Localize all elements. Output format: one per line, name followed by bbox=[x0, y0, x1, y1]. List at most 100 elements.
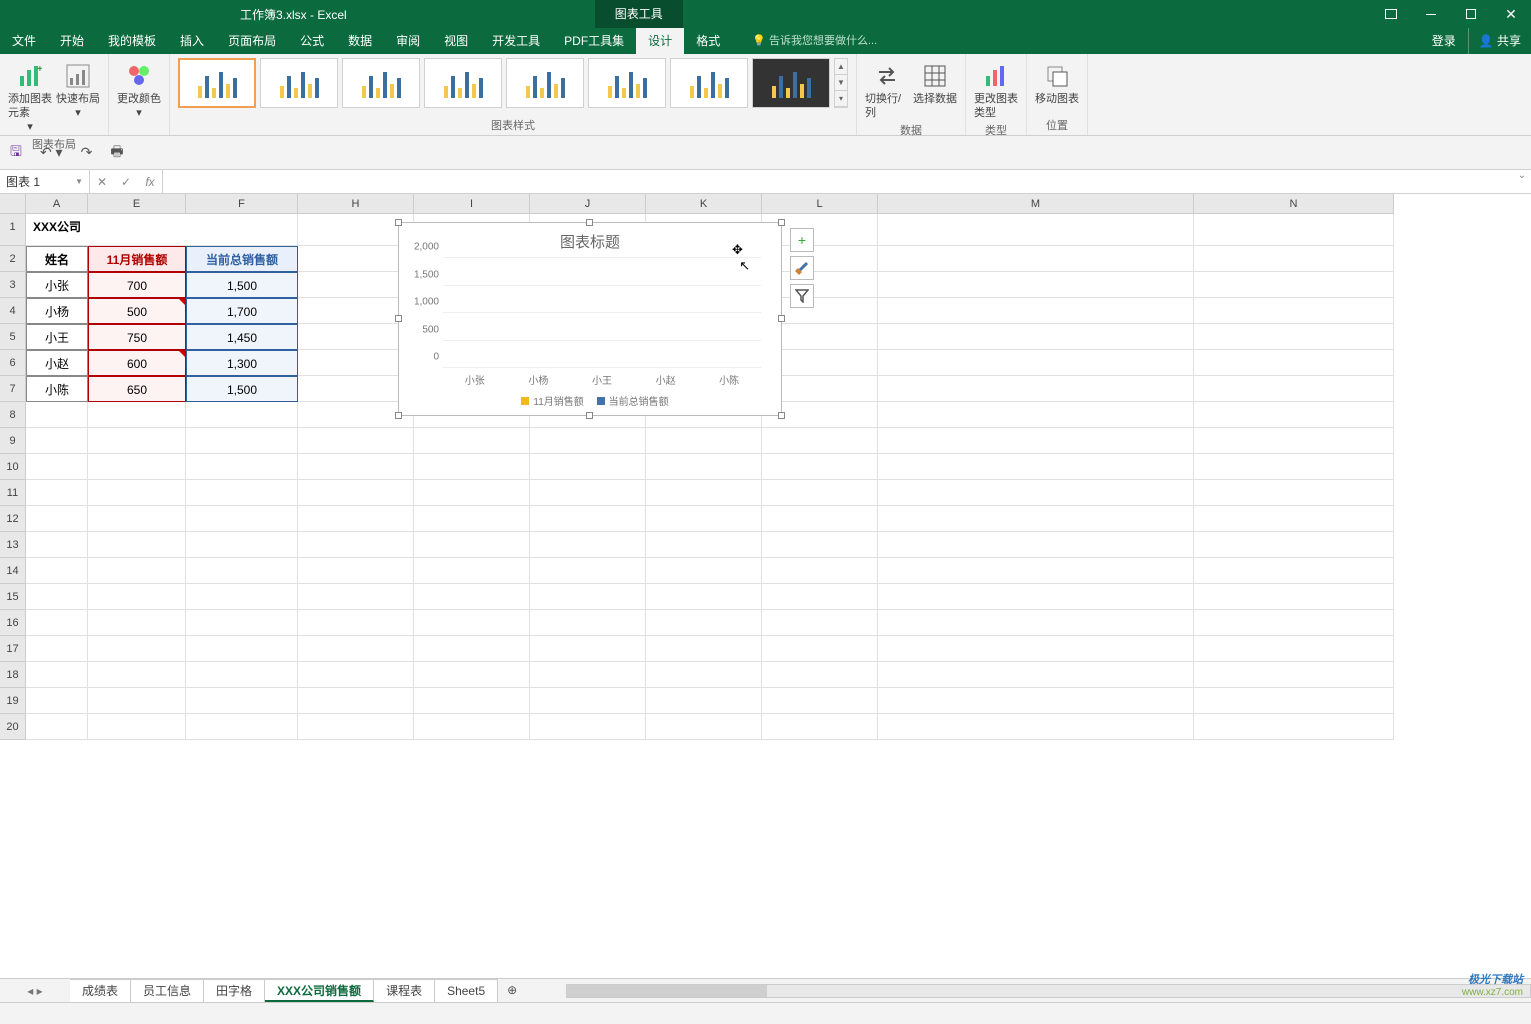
tab-home[interactable]: 开始 bbox=[48, 28, 96, 54]
cell[interactable] bbox=[186, 454, 298, 480]
chart-title[interactable]: 图表标题 bbox=[399, 231, 781, 252]
cell[interactable] bbox=[762, 480, 878, 506]
cell[interactable] bbox=[88, 662, 186, 688]
cell[interactable] bbox=[646, 636, 762, 662]
embedded-chart[interactable]: 图表标题 0 500 1,000 1,500 2,000 小张小杨小王小赵小陈 … bbox=[398, 222, 782, 416]
cell[interactable] bbox=[878, 558, 1194, 584]
cell[interactable] bbox=[530, 506, 646, 532]
sheet-nav[interactable]: ◂ ▸ bbox=[0, 979, 70, 1002]
cell[interactable] bbox=[762, 532, 878, 558]
name-box[interactable]: 图表 1▼ bbox=[0, 170, 90, 193]
cell[interactable] bbox=[1194, 662, 1394, 688]
cell[interactable]: 700 bbox=[88, 272, 186, 298]
cell[interactable] bbox=[186, 584, 298, 610]
cell[interactable] bbox=[414, 688, 530, 714]
row-header[interactable]: 3 bbox=[0, 272, 26, 298]
undo-icon[interactable]: ↶ ▾ bbox=[40, 144, 63, 161]
row-header[interactable]: 13 bbox=[0, 532, 26, 558]
cell[interactable] bbox=[530, 454, 646, 480]
col-header[interactable]: I bbox=[414, 194, 530, 214]
cell[interactable] bbox=[762, 558, 878, 584]
cell[interactable] bbox=[878, 246, 1194, 272]
cell[interactable] bbox=[1194, 714, 1394, 740]
tab-insert[interactable]: 插入 bbox=[168, 28, 216, 54]
chart-elements-button[interactable]: + bbox=[790, 228, 814, 252]
login-button[interactable]: 登录 bbox=[1420, 28, 1468, 54]
tab-formulas[interactable]: 公式 bbox=[288, 28, 336, 54]
cell[interactable] bbox=[762, 428, 878, 454]
cell[interactable] bbox=[646, 480, 762, 506]
chart-style-8[interactable] bbox=[752, 58, 830, 108]
cell[interactable]: 1,450 bbox=[186, 324, 298, 350]
cell[interactable] bbox=[878, 402, 1194, 428]
cell[interactable] bbox=[878, 714, 1194, 740]
cell[interactable] bbox=[1194, 532, 1394, 558]
row-header[interactable]: 18 bbox=[0, 662, 26, 688]
cell[interactable] bbox=[26, 688, 88, 714]
col-header[interactable]: K bbox=[646, 194, 762, 214]
cell[interactable] bbox=[88, 402, 186, 428]
cell[interactable] bbox=[186, 558, 298, 584]
cell[interactable] bbox=[298, 610, 414, 636]
chart-legend[interactable]: 11月销售额 当前总销售额 bbox=[399, 393, 781, 408]
cell[interactable] bbox=[186, 480, 298, 506]
sheet-tab[interactable]: 课程表 bbox=[374, 979, 435, 1002]
cell[interactable] bbox=[298, 480, 414, 506]
save-icon[interactable]: 🖫 bbox=[10, 141, 22, 165]
minimize-button[interactable] bbox=[1411, 6, 1451, 22]
add-chart-element-button[interactable]: + 添加图表元素 ▾ bbox=[8, 58, 52, 134]
cell[interactable] bbox=[298, 662, 414, 688]
cell[interactable] bbox=[298, 688, 414, 714]
cell[interactable]: 600 bbox=[88, 350, 186, 376]
cell[interactable] bbox=[298, 324, 414, 350]
chart-style-3[interactable] bbox=[342, 58, 420, 108]
row-header[interactable]: 1 bbox=[0, 214, 26, 246]
cell[interactable]: 750 bbox=[88, 324, 186, 350]
cell[interactable] bbox=[878, 584, 1194, 610]
cell[interactable] bbox=[530, 532, 646, 558]
row-header[interactable]: 16 bbox=[0, 610, 26, 636]
tab-view[interactable]: 视图 bbox=[432, 28, 480, 54]
tab-templates[interactable]: 我的模板 bbox=[96, 28, 168, 54]
cell[interactable] bbox=[878, 350, 1194, 376]
sheet-tab[interactable]: Sheet5 bbox=[435, 979, 498, 1002]
fx-icon[interactable]: fx bbox=[138, 175, 162, 189]
cell[interactable] bbox=[646, 610, 762, 636]
redo-icon[interactable]: ↷ bbox=[81, 144, 93, 161]
cell[interactable] bbox=[298, 584, 414, 610]
cell[interactable] bbox=[26, 636, 88, 662]
cell[interactable] bbox=[414, 636, 530, 662]
row-header[interactable]: 7 bbox=[0, 376, 26, 402]
cell[interactable] bbox=[878, 214, 1194, 246]
cell[interactable] bbox=[298, 714, 414, 740]
sheet-tab-active[interactable]: XXX公司销售额 bbox=[265, 979, 374, 1002]
quick-layout-button[interactable]: 快速布局 ▾ bbox=[56, 58, 100, 120]
row-header[interactable]: 6 bbox=[0, 350, 26, 376]
cell[interactable] bbox=[414, 506, 530, 532]
cell[interactable]: 500 bbox=[88, 298, 186, 324]
chart-style-1[interactable] bbox=[178, 58, 256, 108]
row-header[interactable]: 11 bbox=[0, 480, 26, 506]
cell[interactable] bbox=[88, 558, 186, 584]
tab-pdf[interactable]: PDF工具集 bbox=[552, 28, 636, 54]
tell-me-search[interactable]: 💡 告诉我您想要做什么... bbox=[752, 28, 877, 54]
cell[interactable] bbox=[530, 714, 646, 740]
ribbon-options-icon[interactable] bbox=[1371, 6, 1411, 22]
cell[interactable]: 650 bbox=[88, 376, 186, 402]
cell[interactable] bbox=[1194, 454, 1394, 480]
row-header[interactable]: 20 bbox=[0, 714, 26, 740]
cell[interactable] bbox=[1194, 214, 1394, 246]
cell[interactable] bbox=[878, 662, 1194, 688]
cell[interactable] bbox=[878, 376, 1194, 402]
maximize-button[interactable] bbox=[1451, 6, 1491, 22]
tab-review[interactable]: 审阅 bbox=[384, 28, 432, 54]
cell[interactable] bbox=[1194, 324, 1394, 350]
cancel-formula-icon[interactable]: ✕ bbox=[90, 175, 114, 189]
col-header[interactable]: M bbox=[878, 194, 1194, 214]
cell[interactable] bbox=[646, 662, 762, 688]
tab-data[interactable]: 数据 bbox=[336, 28, 384, 54]
tab-file[interactable]: 文件 bbox=[0, 28, 48, 54]
cell[interactable] bbox=[88, 714, 186, 740]
chart-style-5[interactable] bbox=[506, 58, 584, 108]
cell[interactable] bbox=[186, 714, 298, 740]
